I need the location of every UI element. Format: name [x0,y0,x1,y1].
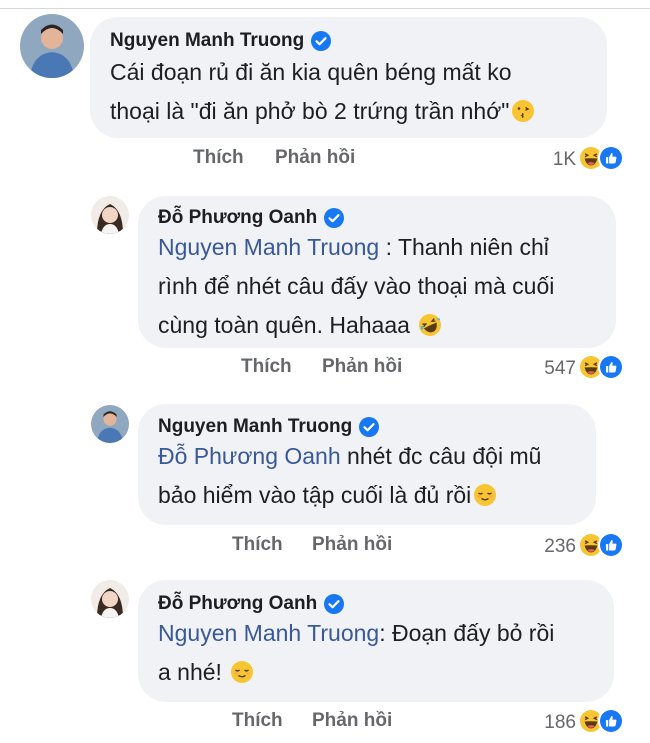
reaction-count[interactable]: 547 [530,358,576,380]
relieved-face-emoji-icon [473,483,497,507]
like-button[interactable]: Thích [193,147,244,169]
rofl-emoji-icon [418,313,442,337]
like-reaction-icon [598,354,624,380]
like-reaction-icon [598,708,624,734]
comment-text: Đỗ Phương Oanh nhét đc câu đội mũ bảo hi… [158,437,541,515]
verified-badge-icon [324,594,345,614]
comment-line: thoại là "đi ăn phở bò 2 trứng trần nhớ" [110,92,535,131]
mention-link[interactable]: Nguyen Manh Truong [158,620,379,646]
verified-badge-icon [324,208,345,228]
reaction-icons[interactable] [578,708,634,734]
top-divider [0,8,650,9]
reaction-count[interactable]: 236 [530,536,576,558]
reply-button[interactable]: Phản hồi [322,356,402,378]
avatar-do-phuong-oanh[interactable] [91,196,129,234]
comment-line-text: a nhé! [158,659,222,685]
comment-line: Cái đoạn rủ đi ăn kia quên béng mất ko [110,59,512,85]
author-name[interactable]: Nguyen Manh Truong [158,416,352,438]
kissing-face-emoji-icon [511,99,535,123]
reply-button[interactable]: Phản hồi [312,534,392,556]
mention-link[interactable]: Nguyen Manh Truong [158,234,379,260]
author-name[interactable]: Đỗ Phương Oanh [158,593,317,615]
reaction-icons[interactable] [578,354,634,380]
comment-line: cùng toàn quên. Hahaaa [158,306,554,345]
verified-badge-icon [359,417,380,437]
like-button[interactable]: Thích [232,710,283,732]
author-name[interactable]: Đỗ Phương Oanh [158,207,317,229]
comment-line: rình để nhét câu đấy vào thoại mà cuối [158,273,555,299]
reaction-count[interactable]: 1K [530,149,576,171]
like-reaction-icon [598,145,624,171]
comment-line-text: bảo hiểm vào tập cuối là đủ rồi [158,482,472,508]
reaction-icons[interactable] [578,532,634,558]
reply-button[interactable]: Phản hồi [312,710,392,732]
like-reaction-icon [598,532,624,558]
comment-text: Cái đoạn rủ đi ăn kia quên béng mất ko t… [110,53,535,131]
comment-author[interactable]: Nguyen Manh Truong [158,416,380,438]
reaction-icons[interactable] [578,145,634,171]
comment-line-text: : Thanh niên chỉ [379,234,549,260]
comment-author[interactable]: Đỗ Phương Oanh [158,593,345,615]
reply-button[interactable]: Phản hồi [275,147,355,169]
like-button[interactable]: Thích [232,534,283,556]
comment-line: Đỗ Phương Oanh nhét đc câu đội mũ [158,437,541,476]
comment-line-text: : Đoạn đấy bỏ rồi [379,620,555,646]
comment-line: Nguyen Manh Truong: Đoạn đấy bỏ rồi [158,614,554,653]
comment-line-text: thoại là "đi ăn phở bò 2 trứng trần nhớ" [110,98,510,124]
comment-line-text: cùng toàn quên. Hahaaa [158,312,410,338]
comment-author[interactable]: Nguyen Manh Truong [110,30,332,52]
reaction-count[interactable]: 186 [530,712,576,734]
author-name[interactable]: Nguyen Manh Truong [110,30,304,52]
comment-line: a nhé! [158,653,554,692]
comment-text: Nguyen Manh Truong : Thanh niên chỉ rình… [158,228,554,345]
like-button[interactable]: Thích [241,356,292,378]
comment-line-text: nhét đc câu đội mũ [340,443,542,469]
relieved-face-emoji-icon [230,660,254,684]
comment-author[interactable]: Đỗ Phương Oanh [158,207,345,229]
verified-badge-icon [311,31,332,51]
avatar-nguyen-manh-truong[interactable] [20,14,84,78]
avatar-do-phuong-oanh[interactable] [91,580,129,618]
comment-text: Nguyen Manh Truong: Đoạn đấy bỏ rồi a nh… [158,614,554,692]
comment-line: Nguyen Manh Truong : Thanh niên chỉ [158,228,554,267]
mention-link[interactable]: Đỗ Phương Oanh [158,443,341,469]
comment-line: bảo hiểm vào tập cuối là đủ rồi [158,476,541,515]
avatar-nguyen-manh-truong[interactable] [91,405,129,443]
